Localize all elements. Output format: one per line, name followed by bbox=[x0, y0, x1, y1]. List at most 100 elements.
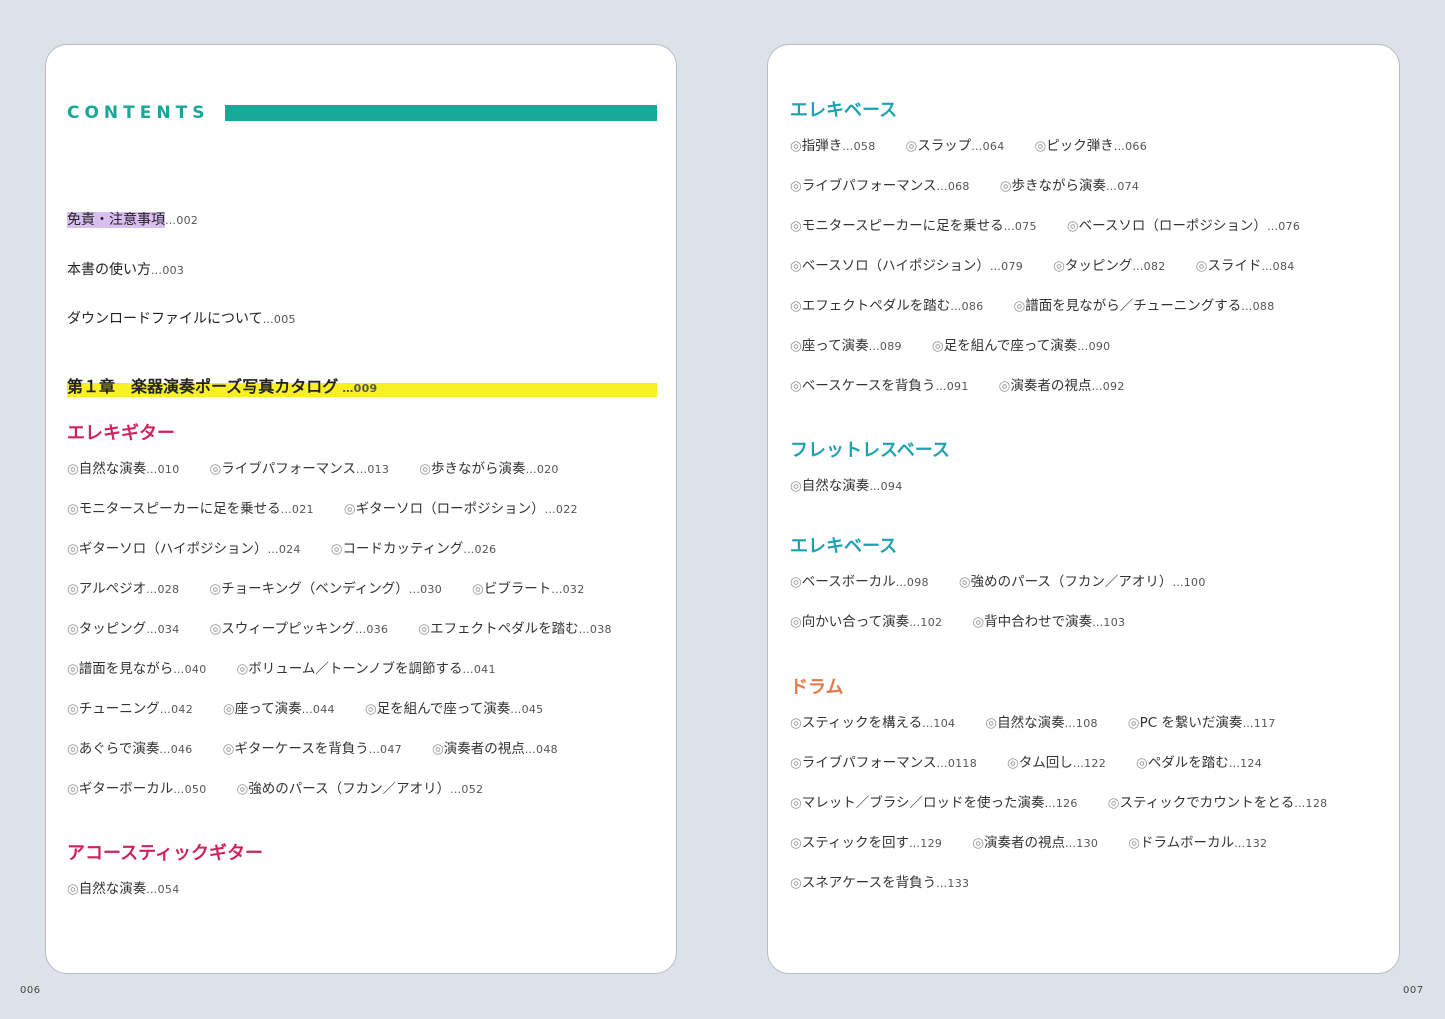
bullet-circle-icon: ◎ bbox=[67, 621, 79, 637]
front-item-download[interactable]: ダウンロードファイルについて…005 bbox=[67, 310, 296, 329]
toc-item[interactable]: ◎ギターソロ（ローポジション）…022 bbox=[344, 500, 578, 519]
toc-row: ◎モニタースピーカーに足を乗せる…075 ◎ベースソロ（ローポジション）…076 bbox=[790, 217, 1330, 257]
toc-row: ◎ギターソロ（ハイポジション）…024 ◎コードカッティング…026 bbox=[67, 540, 642, 580]
toc-item-label: 自然な演奏 bbox=[78, 881, 147, 897]
toc-row: ◎モニタースピーカーに足を乗せる…021 ◎ギターソロ（ローポジション）…022 bbox=[67, 500, 642, 540]
toc-item[interactable]: ◎コードカッティング…026 bbox=[331, 540, 497, 559]
toc-item[interactable]: ◎ボリューム／トーンノブを調節する…041 bbox=[237, 660, 496, 679]
toc-item[interactable]: ◎ビブラート…032 bbox=[472, 580, 585, 599]
toc-item[interactable]: ◎アルペジオ…028 bbox=[67, 580, 179, 599]
section-list-acoustic-guitar: ◎自然な演奏…054 bbox=[67, 880, 210, 920]
toc-item[interactable]: ◎ギターボーカル…050 bbox=[67, 780, 207, 799]
toc-item[interactable]: ◎スウィープピッキング…036 bbox=[210, 620, 389, 639]
toc-item[interactable]: ◎エフェクトペダルを踏む…086 bbox=[790, 297, 984, 316]
toc-item[interactable]: ◎自然な演奏…010 bbox=[67, 460, 180, 479]
toc-item-page: 045 bbox=[521, 703, 544, 716]
toc-item[interactable]: ◎座って演奏…044 bbox=[223, 700, 335, 719]
toc-item[interactable]: ◎ドラムボーカル…132 bbox=[1128, 834, 1267, 853]
toc-item-page: 058 bbox=[853, 140, 876, 153]
toc-item[interactable]: ◎ライブパフォーマンス…0118 bbox=[790, 754, 977, 773]
toc-item[interactable]: ◎スティックを回す…129 bbox=[790, 834, 942, 853]
toc-item[interactable]: ◎マレット／ブラシ／ロッドを使った演奏…126 bbox=[790, 794, 1078, 813]
toc-item[interactable]: ◎座って演奏…089 bbox=[790, 337, 902, 356]
toc-item[interactable]: ◎自然な演奏…108 bbox=[985, 714, 1098, 733]
toc-item[interactable]: ◎チョーキング（ベンディング）…030 bbox=[209, 580, 442, 599]
toc-item[interactable]: ◎背中合わせで演奏…103 bbox=[972, 613, 1125, 632]
toc-item-label: 歩きながら演奏 bbox=[431, 461, 526, 477]
section-title-acoustic-guitar: アコースティックギター bbox=[67, 843, 264, 864]
toc-item[interactable]: ◎足を組んで座って演奏…090 bbox=[932, 337, 1111, 356]
bullet-circle-icon: ◎ bbox=[1107, 795, 1120, 811]
toc-item-page: 124 bbox=[1240, 757, 1263, 770]
toc-item[interactable]: ◎ピック弾き…066 bbox=[1035, 137, 1148, 156]
bullet-circle-icon: ◎ bbox=[790, 614, 802, 630]
toc-item[interactable]: ◎自然な演奏…094 bbox=[790, 477, 903, 496]
front-item-howto[interactable]: 本書の使い方…003 bbox=[67, 261, 184, 280]
toc-item-page: 052 bbox=[461, 783, 484, 796]
toc-item[interactable]: ◎タッピング…082 bbox=[1053, 257, 1166, 276]
toc-item[interactable]: ◎強めのパース（フカン／アオリ）…100 bbox=[959, 573, 1206, 592]
toc-item[interactable]: ◎向かい合って演奏…102 bbox=[790, 613, 942, 632]
toc-item-page: 074 bbox=[1117, 180, 1140, 193]
toc-item[interactable]: ◎あぐらで演奏…046 bbox=[67, 740, 193, 759]
bullet-circle-icon: ◎ bbox=[790, 795, 802, 811]
bullet-circle-icon: ◎ bbox=[972, 835, 984, 851]
toc-item[interactable]: ◎ベースソロ（ローポジション）…076 bbox=[1067, 217, 1300, 236]
toc-row: ◎タッピング…034 ◎スウィープピッキング…036 ◎エフェクトペダルを踏む…03… bbox=[67, 620, 642, 660]
toc-item[interactable]: ◎指弾き…058 bbox=[790, 137, 876, 156]
toc-row: ◎マレット／ブラシ／ロッドを使った演奏…126 ◎スティックでカウントをとる…12… bbox=[790, 794, 1357, 834]
toc-item-label: 向かい合って演奏 bbox=[801, 614, 910, 630]
toc-item-label: スライド bbox=[1207, 258, 1262, 274]
section-list-electric-bass-2: ◎ベースボーカル…098 ◎強めのパース（フカン／アオリ）…100 ◎向かい合って演… bbox=[790, 573, 1236, 653]
toc-item[interactable]: ◎演奏者の視点…048 bbox=[432, 740, 558, 759]
toc-item[interactable]: ◎スライド…084 bbox=[1196, 257, 1295, 276]
toc-item[interactable]: ◎ベースケースを背負う…091 bbox=[790, 377, 969, 396]
toc-item[interactable]: ◎ライブパフォーマンス…068 bbox=[790, 177, 970, 196]
toc-item[interactable]: ◎ベースボーカル…098 bbox=[790, 573, 929, 592]
toc-row: ◎指弾き…058 ◎スラップ…064 ◎ピック弾き…066 bbox=[790, 137, 1330, 177]
toc-item[interactable]: ◎歩きながら演奏…074 bbox=[1000, 177, 1140, 196]
toc-item[interactable]: ◎ライブパフォーマンス…013 bbox=[210, 460, 390, 479]
toc-item[interactable]: ◎モニタースピーカーに足を乗せる…021 bbox=[67, 500, 314, 519]
toc-item[interactable]: ◎強めのパース（フカン／アオリ）…052 bbox=[237, 780, 484, 799]
toc-item-label: スネアケースを背負う bbox=[801, 875, 937, 891]
toc-item[interactable]: ◎ベースソロ（ハイポジション）…079 bbox=[790, 257, 1023, 276]
toc-item[interactable]: ◎スネアケースを背負う…133 bbox=[790, 874, 969, 893]
toc-row: ◎自然な演奏…054 bbox=[67, 880, 210, 920]
front-item-disclaimer[interactable]: 免責・注意事項…002 bbox=[67, 211, 198, 230]
toc-item[interactable]: ◎PC を繋いだ演奏…117 bbox=[1128, 714, 1276, 733]
toc-item[interactable]: ◎エフェクトペダルを踏む…038 bbox=[418, 620, 612, 639]
toc-item[interactable]: ◎自然な演奏…054 bbox=[67, 880, 180, 899]
toc-item-page: 041 bbox=[473, 663, 496, 676]
toc-item[interactable]: ◎歩きながら演奏…020 bbox=[419, 460, 559, 479]
toc-item[interactable]: ◎タム回し…122 bbox=[1007, 754, 1106, 773]
toc-item[interactable]: ◎タッピング…034 bbox=[67, 620, 180, 639]
toc-item-page: 129 bbox=[920, 837, 943, 850]
toc-item-label: 座って演奏 bbox=[234, 701, 302, 717]
toc-item-page: 108 bbox=[1075, 717, 1098, 730]
toc-item[interactable]: ◎譜面を見ながら…040 bbox=[67, 660, 207, 679]
toc-item-page: 086 bbox=[961, 300, 984, 313]
section-title-electric-guitar: エレキギター bbox=[67, 423, 175, 444]
toc-item[interactable]: ◎ペダルを踏む…124 bbox=[1136, 754, 1262, 773]
toc-item[interactable]: ◎スティックでカウントをとる…128 bbox=[1108, 794, 1328, 813]
toc-item-label: エフェクトペダルを踏む bbox=[801, 298, 951, 314]
toc-item[interactable]: ◎スラップ…064 bbox=[906, 137, 1005, 156]
toc-item-page: 020 bbox=[536, 463, 559, 476]
toc-item-label: ボリューム／トーンノブを調節する bbox=[248, 661, 463, 677]
section-title-electric-bass: エレキベース bbox=[790, 100, 898, 121]
toc-item[interactable]: ◎モニタースピーカーに足を乗せる…075 bbox=[790, 217, 1037, 236]
chapter-heading[interactable]: 第１章 楽器演奏ポーズ写真カタログ …009 bbox=[67, 377, 657, 399]
toc-item[interactable]: ◎チューニング…042 bbox=[67, 700, 193, 719]
toc-item-label: PC を繋いだ演奏 bbox=[1139, 715, 1243, 731]
toc-item[interactable]: ◎譜面を見ながら／チューニングする…088 bbox=[1014, 297, 1275, 316]
section-list-electric-guitar: ◎自然な演奏…010 ◎ライブパフォーマンス…013 ◎歩きながら演奏…020 ◎モニ… bbox=[67, 460, 642, 820]
toc-item[interactable]: ◎スティックを構える…104 bbox=[790, 714, 955, 733]
toc-item[interactable]: ◎ギターケースを背負う…047 bbox=[223, 740, 402, 759]
bullet-circle-icon: ◎ bbox=[67, 741, 79, 757]
toc-item[interactable]: ◎ギターソロ（ハイポジション）…024 bbox=[67, 540, 301, 559]
toc-item[interactable]: ◎演奏者の視点…092 bbox=[999, 377, 1125, 396]
bullet-circle-icon: ◎ bbox=[67, 541, 79, 557]
toc-item[interactable]: ◎演奏者の視点…130 bbox=[972, 834, 1098, 853]
toc-item[interactable]: ◎足を組んで座って演奏…045 bbox=[365, 700, 544, 719]
